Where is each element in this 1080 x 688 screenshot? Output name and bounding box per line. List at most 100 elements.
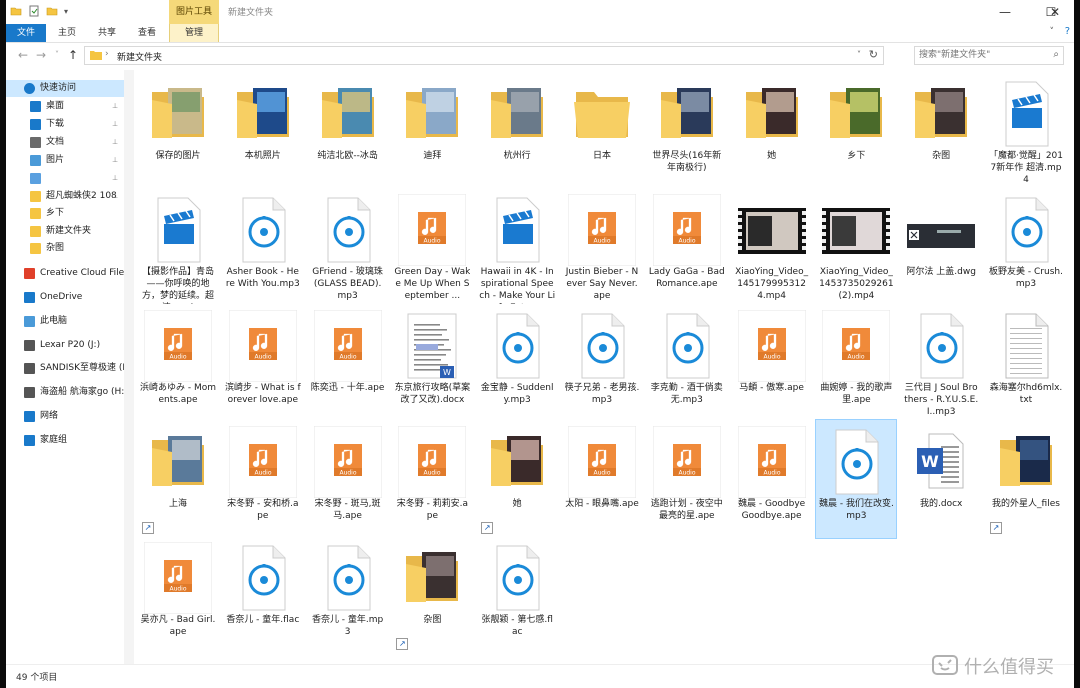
- file-item[interactable]: 日本: [562, 72, 642, 190]
- file-item[interactable]: ↗ 上海: [138, 420, 218, 538]
- file-item[interactable]: 阿尔法 上盖.dwg: [901, 188, 981, 306]
- file-item[interactable]: 乡下: [816, 72, 896, 190]
- file-item[interactable]: Audio 马頔 - 傲寒.ape: [732, 304, 812, 422]
- file-item[interactable]: 香奈儿 - 童年.flac: [223, 536, 303, 654]
- ribbon-expand-icon[interactable]: ˅: [1050, 27, 1055, 37]
- file-item[interactable]: Asher Book - Here With You.mp3: [223, 188, 303, 306]
- recent-chevron-icon[interactable]: ˅: [50, 48, 64, 62]
- file-item[interactable]: XiaoYing_Video_1451799953124.mp4: [732, 188, 812, 306]
- nav-item[interactable]: Creative Cloud Files: [6, 265, 124, 282]
- tab-share[interactable]: 共享: [90, 24, 124, 42]
- file-item[interactable]: Audio 滨崎步 - What is forever love.ape: [223, 304, 303, 422]
- file-item[interactable]: Audio Green Day - Wake Me Up When Septem…: [392, 188, 472, 306]
- folder-icon[interactable]: [10, 5, 22, 17]
- pin-icon[interactable]: ⊥: [112, 116, 118, 133]
- file-item[interactable]: 张靓颖 - 第七感.flac: [477, 536, 557, 654]
- pin-icon[interactable]: ⊥: [112, 188, 118, 205]
- file-item[interactable]: Audio Lady GaGa - Bad Romance.ape: [647, 188, 727, 306]
- pin-icon[interactable]: ⊥: [112, 152, 118, 169]
- file-item[interactable]: 本机照片: [223, 72, 303, 190]
- file-item[interactable]: 纯洁北欧--冰岛: [308, 72, 388, 190]
- file-item[interactable]: Audio 吴亦凡 - Bad Girl.ape: [138, 536, 218, 654]
- audio-file-icon: Audio: [228, 309, 298, 383]
- address-dropdown-icon[interactable]: ˅: [857, 50, 861, 59]
- file-item[interactable]: 李克勤 - 酒干倘卖无.mp3: [647, 304, 727, 422]
- up-arrow-icon[interactable]: ↑: [66, 48, 80, 62]
- tab-view[interactable]: 查看: [130, 24, 164, 42]
- properties-icon[interactable]: [28, 5, 40, 17]
- file-item[interactable]: W 我的.docx: [901, 420, 981, 538]
- file-item[interactable]: 金宝静 - Suddenly.mp3: [477, 304, 557, 422]
- file-item[interactable]: 杭州行: [477, 72, 557, 190]
- minimize-button[interactable]: —: [982, 0, 1028, 24]
- file-item[interactable]: XiaoYing_Video_1453735029261 (2).mp4: [816, 188, 896, 306]
- nav-item[interactable]: 超凡蜘蛛侠2 108 ⊥: [6, 188, 124, 205]
- nav-item[interactable]: 杂图: [6, 240, 124, 257]
- breadcrumb[interactable]: 新建文件夹: [117, 50, 162, 63]
- chevron-down-icon[interactable]: ▾: [64, 7, 68, 16]
- nav-item[interactable]: 图片 ⊥: [6, 152, 124, 169]
- file-item[interactable]: Audio 宋冬野 - 安和桥.ape: [223, 420, 303, 538]
- file-item[interactable]: 【摄影作品】青岛——你呼唤的地方，梦的延续。超清.mp4: [138, 188, 218, 306]
- file-item[interactable]: Audio 魏晨 - Goodbye Goodbye.ape: [732, 420, 812, 538]
- address-bar[interactable]: › 新建文件夹 ˅ ↻: [84, 46, 884, 65]
- tab-file[interactable]: 文件: [6, 24, 46, 42]
- file-item[interactable]: Audio 逃跑计划 - 夜空中最亮的星.ape: [647, 420, 727, 538]
- nav-item[interactable]: 家庭组: [6, 432, 124, 449]
- refresh-icon[interactable]: ↻: [869, 48, 878, 61]
- nav-item[interactable]: 快速访问: [6, 80, 124, 97]
- nav-item[interactable]: ⊥: [6, 170, 124, 187]
- file-item[interactable]: Audio 曲婉婷 - 我的歌声里.ape: [816, 304, 896, 422]
- back-arrow-icon[interactable]: ←: [16, 48, 30, 62]
- file-item[interactable]: W 东京旅行攻略(草案改了又改).docx: [392, 304, 472, 422]
- nav-item[interactable]: OneDrive: [6, 289, 124, 306]
- nav-item[interactable]: 桌面 ⊥: [6, 98, 124, 115]
- file-item[interactable]: 杂图: [901, 72, 981, 190]
- file-item[interactable]: Audio 浜崎あゆみ - Moments.ape: [138, 304, 218, 422]
- nav-item[interactable]: 此电脑: [6, 313, 124, 330]
- close-button[interactable]: ✕: [1036, 0, 1074, 24]
- nav-item[interactable]: 文档 ⊥: [6, 134, 124, 151]
- file-item[interactable]: 香奈儿 - 童年.mp3: [308, 536, 388, 654]
- file-item[interactable]: 保存的图片: [138, 72, 218, 190]
- nav-item[interactable]: 海盗船 航海家go (H:: [6, 384, 124, 401]
- search-icon[interactable]: ⌕: [1053, 49, 1059, 60]
- pin-icon[interactable]: ⊥: [112, 170, 118, 187]
- file-item[interactable]: 三代目 J Soul Brothers - R.Y.U.S.E.I..mp3: [901, 304, 981, 422]
- search-input[interactable]: [919, 49, 1039, 61]
- file-item[interactable]: 「魔都·觉醒」2017新年作 超清.mp4: [986, 72, 1066, 190]
- nav-item[interactable]: 下载 ⊥: [6, 116, 124, 133]
- pin-icon[interactable]: ⊥: [112, 134, 118, 151]
- file-item[interactable]: Audio 太阳 - 眼鼻嘴.ape: [562, 420, 642, 538]
- file-item[interactable]: 她: [732, 72, 812, 190]
- pin-icon[interactable]: ⊥: [112, 98, 118, 115]
- file-item[interactable]: GFriend - 玻璃珠(GLASS BEAD).mp3: [308, 188, 388, 306]
- file-item[interactable]: ↗ 杂图: [392, 536, 472, 654]
- file-item[interactable]: 迪拜: [392, 72, 472, 190]
- tab-manage[interactable]: 管理: [169, 24, 219, 42]
- file-item[interactable]: 板野友美 - Crush.mp3: [986, 188, 1066, 306]
- search-box[interactable]: ⌕: [914, 46, 1064, 65]
- tab-home[interactable]: 主页: [50, 24, 84, 42]
- audio-file-icon: Audio: [567, 193, 637, 267]
- nav-item[interactable]: Lexar P20 (J:): [6, 337, 124, 354]
- forward-arrow-icon[interactable]: →: [34, 48, 48, 62]
- file-item[interactable]: Audio 宋冬野 - 斑马,斑马.ape: [308, 420, 388, 538]
- nav-item[interactable]: SANDISK至尊极速 (I: [6, 360, 124, 377]
- file-item[interactable]: ↗ 她: [477, 420, 557, 538]
- nav-item[interactable]: 新建文件夹: [6, 223, 124, 240]
- nav-scrollbar[interactable]: [124, 70, 134, 664]
- nav-item[interactable]: 乡下: [6, 205, 124, 222]
- file-item[interactable]: 世界尽头(16年新年南极行): [647, 72, 727, 190]
- new-folder-icon[interactable]: [46, 5, 58, 17]
- help-icon[interactable]: ?: [1065, 26, 1070, 37]
- file-item[interactable]: 筷子兄弟 - 老男孩.mp3: [562, 304, 642, 422]
- file-item[interactable]: 魏晨 - 我们在改变.mp3: [815, 419, 898, 539]
- file-item[interactable]: Audio 宋冬野 - 莉莉安.ape: [392, 420, 472, 538]
- file-item[interactable]: Audio 陈奕迅 - 十年.ape: [308, 304, 388, 422]
- file-item[interactable]: 森海塞尔hd6mlx.txt: [986, 304, 1066, 422]
- file-item[interactable]: Audio Justin Bieber - Never Say Never.ap…: [562, 188, 642, 306]
- nav-item[interactable]: 网络: [6, 408, 124, 425]
- file-item[interactable]: ↗ 我的外星人_files: [986, 420, 1066, 538]
- file-item[interactable]: Hawaii in 4K - Inspirational Speech - Ma…: [477, 188, 557, 306]
